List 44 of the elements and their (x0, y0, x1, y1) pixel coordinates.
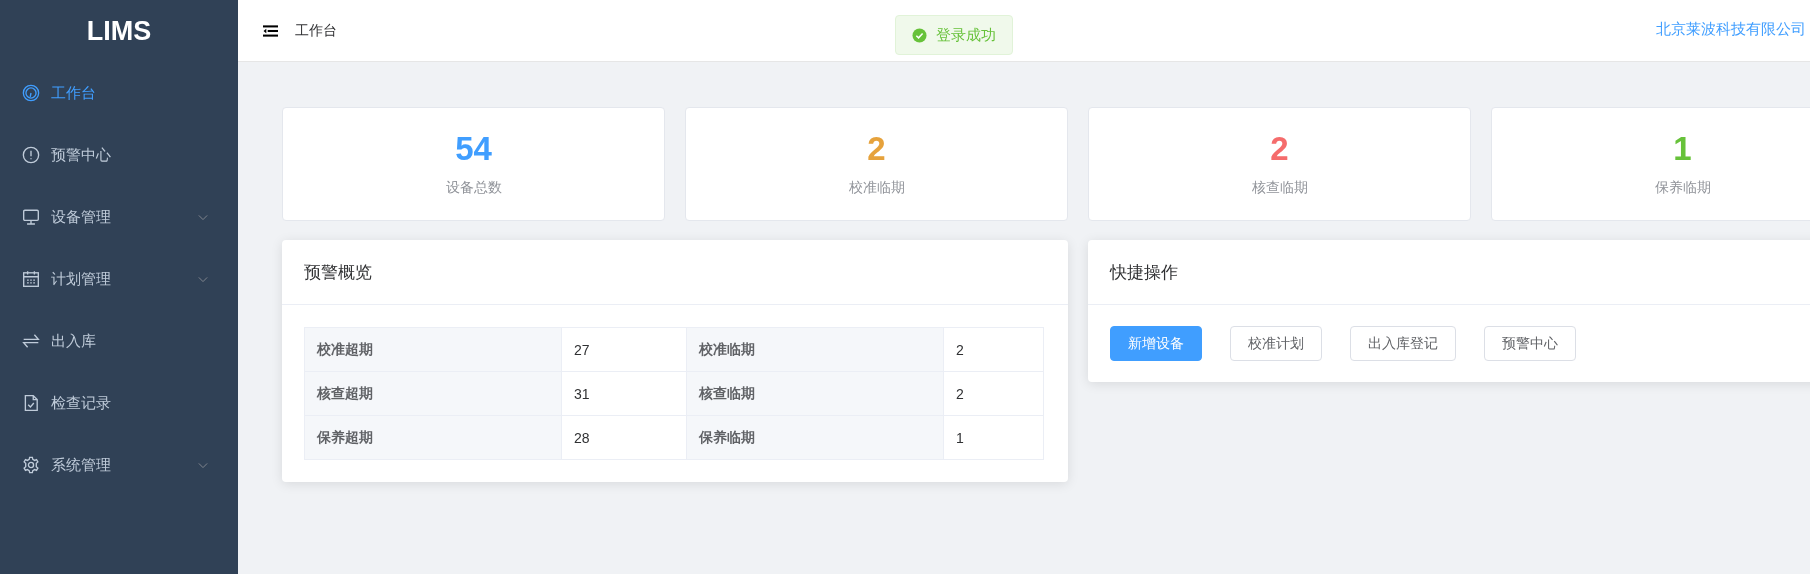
table-cell: 校准临期 (686, 327, 944, 372)
sidebar-item[interactable]: 系统管理 (0, 434, 238, 496)
stat-label: 保养临期 (1654, 178, 1711, 197)
sidebar-item[interactable]: 工作台 (0, 62, 238, 124)
stat-value: 2 (1270, 131, 1289, 165)
stat-value: 2 (867, 131, 886, 165)
settings-icon (22, 456, 40, 474)
action-button[interactable]: 预警中心 (1484, 326, 1576, 361)
panel-title: 预警概览 (304, 261, 372, 284)
menu-icon[interactable] (263, 24, 278, 37)
panel-title: 快捷操作 (1110, 261, 1178, 284)
table-cell: 31 (561, 371, 687, 416)
sidebar-item[interactable]: 设备管理 (0, 186, 238, 248)
table-cell: 校准超期 (304, 327, 562, 372)
stat-label: 核查临期 (1251, 178, 1308, 197)
warning-icon (22, 146, 40, 164)
table-cell: 27 (561, 327, 687, 372)
table-cell: 28 (561, 415, 687, 460)
table-cell: 保养超期 (304, 415, 562, 460)
stat-value: 1 (1673, 131, 1692, 165)
stat-label: 设备总数 (445, 178, 502, 197)
action-button[interactable]: 出入库登记 (1350, 326, 1456, 361)
transfer-icon (22, 332, 40, 350)
gauge-icon (22, 84, 40, 102)
check-circle-icon (912, 27, 927, 43)
toast-message: 登录成功 (936, 25, 996, 45)
action-button[interactable]: 校准计划 (1230, 326, 1322, 361)
document-check-icon (22, 394, 40, 412)
table-cell: 1 (943, 415, 1044, 460)
breadcrumb[interactable]: 工作台 (295, 21, 337, 40)
sidebar-item[interactable]: 检查记录 (0, 372, 238, 434)
stat-label: 校准临期 (848, 178, 905, 197)
sidebar-item[interactable]: 计划管理 (0, 248, 238, 310)
logo: LIMS (85, 15, 153, 48)
calendar-icon (22, 270, 40, 288)
table-cell: 保养临期 (686, 415, 944, 460)
table-cell: 2 (943, 327, 1044, 372)
table-cell: 2 (943, 371, 1044, 416)
sidebar-item[interactable]: 预警中心 (0, 124, 238, 186)
stat-value: 54 (455, 131, 492, 165)
table-cell: 核查临期 (686, 371, 944, 416)
table-cell: 核查超期 (304, 371, 562, 416)
monitor-icon (22, 208, 40, 226)
sidebar-item[interactable]: 出入库 (0, 310, 238, 372)
